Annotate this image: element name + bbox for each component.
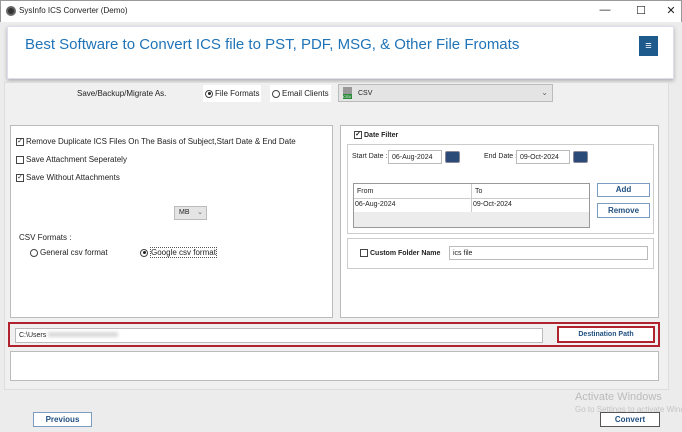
checkbox-label: Save Attachment Seperately <box>26 155 127 164</box>
checkbox-icon <box>360 249 368 257</box>
custom-folder-checkbox[interactable]: Custom Folder Name <box>360 249 440 257</box>
radio-icon <box>272 89 280 98</box>
csv-file-icon: CSV <box>343 87 352 99</box>
table-header: From To <box>354 184 589 199</box>
start-date-input[interactable]: 06-Aug-2024 <box>388 150 442 164</box>
window-title: SysInfo ICS Converter (Demo) <box>19 6 128 15</box>
checkbox-label: Date Filter <box>364 131 399 139</box>
column-header: From <box>357 188 374 195</box>
start-date-label: Start Date : <box>352 153 388 160</box>
end-date-label: End Date : <box>484 153 518 160</box>
save-as-label: Save/Backup/Migrate As. <box>77 89 167 98</box>
filter-panel: ✓ Date Filter Start Date : 06-Aug-2024 En… <box>340 125 659 318</box>
checkbox-label: Custom Folder Name <box>370 249 441 257</box>
destination-path-button[interactable]: Destination Path <box>557 326 655 343</box>
date-range-table: From To 06-Aug-2024 09-Oct-2024 <box>353 183 590 228</box>
header-banner: Best Software to Convert ICS file to PST… <box>7 26 674 79</box>
table-cell: 09-Oct-2024 <box>471 199 513 212</box>
checkbox-icon: ✓ <box>16 137 24 146</box>
close-button[interactable]: ✕ <box>661 4 681 17</box>
chevron-down-icon: ⌄ <box>197 209 203 216</box>
size-unit-value: MB <box>179 209 190 216</box>
convert-button[interactable]: Convert <box>600 412 660 427</box>
checkbox-label: Remove Duplicate ICS Files On The Basis … <box>26 137 296 146</box>
checkbox-icon <box>16 155 24 164</box>
calendar-icon[interactable] <box>573 151 588 163</box>
title-bar: SysInfo ICS Converter (Demo) — ☐ ✕ <box>0 0 682 22</box>
checkbox-icon: ✓ <box>354 131 362 139</box>
path-text: C:\Users <box>19 332 47 339</box>
previous-button[interactable]: Previous <box>33 412 92 427</box>
csv-formats-label: CSV Formats : <box>19 233 72 242</box>
radio-label: File Formats <box>215 89 260 98</box>
date-filter-box: Start Date : 06-Aug-2024 End Date : 09-O… <box>347 144 654 234</box>
date-filter-checkbox[interactable]: ✓ Date Filter <box>354 131 398 139</box>
radio-general-csv[interactable]: General csv format <box>30 248 108 257</box>
app-icon <box>6 6 16 16</box>
custom-folder-box: Custom Folder Name ics file <box>347 238 654 269</box>
save-attachment-separately-checkbox[interactable]: Save Attachment Seperately <box>16 155 127 164</box>
end-date-input[interactable]: 09-Oct-2024 <box>516 150 570 164</box>
radio-email-clients[interactable]: Email Clients <box>270 85 331 102</box>
column-header: To <box>471 184 485 199</box>
table-row[interactable]: 06-Aug-2024 09-Oct-2024 <box>354 199 589 212</box>
radio-label: Email Clients <box>282 89 329 98</box>
options-panel: ✓ Remove Duplicate ICS Files On The Basis… <box>10 125 333 318</box>
blurred-username <box>48 332 119 337</box>
checkbox-icon: ✓ <box>16 173 24 182</box>
format-selected: CSV <box>358 90 373 97</box>
calendar-icon[interactable] <box>445 151 460 163</box>
radio-icon <box>30 248 38 257</box>
radio-icon <box>205 89 213 98</box>
log-box <box>10 351 659 381</box>
menu-icon[interactable]: ≡ <box>639 36 658 56</box>
add-button[interactable]: Add <box>597 183 650 197</box>
format-dropdown[interactable]: CSV CSV ⌄ <box>338 84 553 102</box>
remove-button[interactable]: Remove <box>597 203 650 218</box>
radio-label: General csv format <box>40 248 108 257</box>
chevron-down-icon: ⌄ <box>541 88 548 97</box>
size-unit-dropdown[interactable]: MB ⌄ <box>174 206 207 220</box>
radio-file-formats[interactable]: File Formats <box>203 85 262 102</box>
minimize-button[interactable]: — <box>595 4 615 16</box>
save-without-attachments-checkbox[interactable]: ✓ Save Without Attachments <box>16 173 120 182</box>
destination-row: C:\Users Destination Path <box>8 322 660 347</box>
destination-path-input[interactable]: C:\Users <box>15 328 543 343</box>
radio-google-csv[interactable]: Google csv format <box>140 247 217 258</box>
checkbox-label: Save Without Attachments <box>26 173 120 182</box>
radio-icon <box>140 248 148 257</box>
remove-duplicates-checkbox[interactable]: ✓ Remove Duplicate ICS Files On The Basis… <box>16 137 296 146</box>
radio-label: Google csv format <box>150 247 217 258</box>
table-cell: 06-Aug-2024 <box>355 201 396 208</box>
activation-watermark: Activate Windows <box>575 391 662 403</box>
maximize-button[interactable]: ☐ <box>631 4 651 17</box>
custom-folder-input[interactable]: ics file <box>449 246 648 260</box>
page-title: Best Software to Convert ICS file to PST… <box>25 36 520 53</box>
